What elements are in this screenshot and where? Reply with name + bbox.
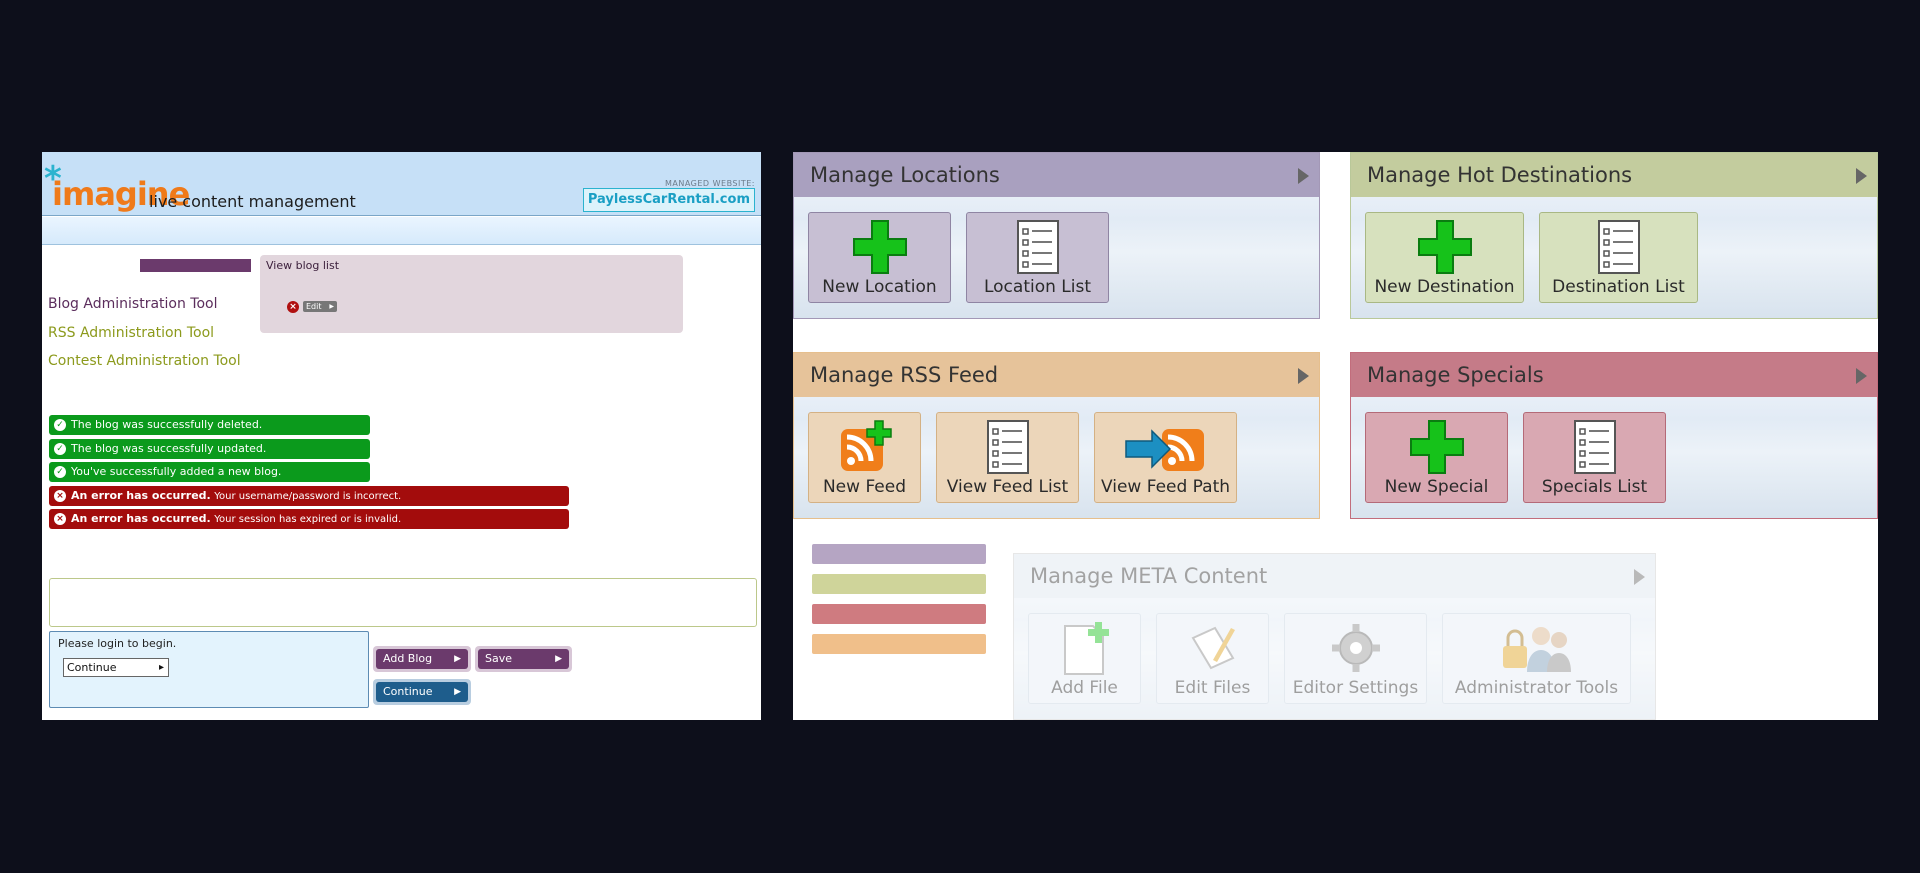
managed-website-link[interactable]: PaylessCarRental.com — [582, 188, 755, 212]
view-feed-list-button[interactable]: View Feed List — [936, 412, 1079, 503]
new-special-button[interactable]: New Special — [1365, 412, 1508, 503]
add-file-icon — [1063, 622, 1109, 675]
add-file-button[interactable]: Add File — [1028, 613, 1141, 704]
edit-files-button[interactable]: Edit Files — [1156, 613, 1269, 704]
expand-arrow-icon[interactable] — [1634, 569, 1645, 585]
save-button[interactable]: Save — [478, 649, 569, 669]
blog-list-title[interactable]: View blog list — [266, 259, 339, 272]
color-swatch-orange — [812, 634, 986, 654]
header-subbar — [42, 217, 761, 245]
login-message: Please login to begin. — [58, 637, 177, 650]
content-input[interactable] — [49, 578, 757, 627]
error-message: × An error has occurred. Your session ha… — [49, 509, 569, 529]
expand-arrow-icon[interactable] — [1856, 168, 1867, 184]
managed-website-label: MANAGED WEBSITE: — [664, 179, 755, 188]
section-title[interactable]: Manage Specials — [1351, 353, 1877, 397]
section-title[interactable]: Manage RSS Feed — [794, 353, 1319, 397]
list-icon — [1597, 220, 1640, 274]
x-circle-icon: × — [54, 513, 66, 525]
section-manage-hot-destinations: Manage Hot Destinations New Destination … — [1350, 152, 1878, 319]
plus-icon — [852, 220, 907, 274]
edit-file-icon — [1191, 626, 1235, 670]
add-blog-button[interactable]: Add Blog — [376, 649, 468, 669]
new-feed-button[interactable]: New Feed — [808, 412, 921, 503]
gear-icon — [1331, 624, 1380, 672]
list-icon — [986, 420, 1029, 474]
location-list-button[interactable]: Location List — [966, 212, 1109, 303]
continue-button[interactable]: Continue — [376, 682, 468, 702]
list-icon — [1573, 420, 1616, 474]
lcm-admin-panel: * imagine live content management MANAGE… — [42, 152, 761, 720]
color-swatch-red — [812, 604, 986, 624]
error-message: × An error has occurred. Your username/p… — [49, 486, 569, 506]
blog-list-panel: View blog list × Edit — [260, 255, 683, 333]
check-circle-icon: ✓ — [54, 419, 66, 431]
continue-button-wrap: Continue — [373, 679, 471, 705]
edit-button[interactable]: Edit — [303, 301, 337, 312]
check-circle-icon: ✓ — [54, 443, 66, 455]
section-title[interactable]: Manage Hot Destinations — [1351, 153, 1877, 197]
editor-settings-button[interactable]: Editor Settings — [1284, 613, 1427, 704]
section-manage-rss-feed: Manage RSS Feed New Feed View Feed List … — [793, 352, 1320, 519]
new-destination-button[interactable]: New Destination — [1365, 212, 1524, 303]
expand-arrow-icon[interactable] — [1856, 368, 1867, 384]
x-circle-icon: × — [54, 490, 66, 502]
plus-icon — [1417, 220, 1472, 274]
section-manage-meta-content: Manage META Content Add File Edit Files … — [1013, 553, 1656, 720]
admin-users-icon — [1502, 627, 1571, 672]
app-header: * imagine live content management MANAGE… — [42, 152, 761, 216]
new-location-button[interactable]: New Location — [808, 212, 951, 303]
save-button-wrap: Save — [475, 646, 572, 672]
add-blog-button-wrap: Add Blog — [373, 646, 471, 672]
administrator-tools-button[interactable]: Administrator Tools — [1442, 613, 1631, 704]
rss-arrow-icon — [1124, 429, 1204, 471]
section-manage-locations: Manage Locations New Location Location L… — [793, 152, 1320, 319]
login-continue-button[interactable]: Continue — [63, 658, 169, 677]
check-circle-icon: ✓ — [54, 466, 66, 478]
nav-header-bar — [140, 259, 251, 272]
color-swatch-purple — [812, 544, 986, 564]
color-swatch-olive — [812, 574, 986, 594]
plus-icon — [1409, 420, 1464, 474]
success-message: ✓ The blog was successfully updated. — [49, 439, 370, 459]
specials-list-button[interactable]: Specials List — [1523, 412, 1666, 503]
section-title[interactable]: Manage Locations — [794, 153, 1319, 197]
logo-tagline: live content management — [149, 192, 356, 211]
list-icon — [1016, 220, 1059, 274]
nav-rss-admin[interactable]: RSS Administration Tool — [48, 324, 214, 342]
login-box: Please login to begin. Continue — [49, 631, 369, 708]
rss-plus-icon — [840, 420, 892, 471]
expand-arrow-icon[interactable] — [1298, 368, 1309, 384]
manage-dashboard: Manage Locations New Location Location L… — [793, 152, 1878, 720]
section-title[interactable]: Manage META Content — [1014, 554, 1655, 598]
nav-contest-admin[interactable]: Contest Administration Tool — [48, 352, 241, 370]
expand-arrow-icon[interactable] — [1298, 168, 1309, 184]
view-feed-path-button[interactable]: View Feed Path — [1094, 412, 1237, 503]
section-manage-specials: Manage Specials New Special Specials Lis… — [1350, 352, 1878, 519]
delete-x-icon[interactable]: × — [287, 301, 299, 313]
nav-blog-admin[interactable]: Blog Administration Tool — [48, 295, 217, 313]
success-message: ✓ You've successfully added a new blog. — [49, 462, 370, 482]
destination-list-button[interactable]: Destination List — [1539, 212, 1698, 303]
success-message: ✓ The blog was successfully deleted. — [49, 415, 370, 435]
